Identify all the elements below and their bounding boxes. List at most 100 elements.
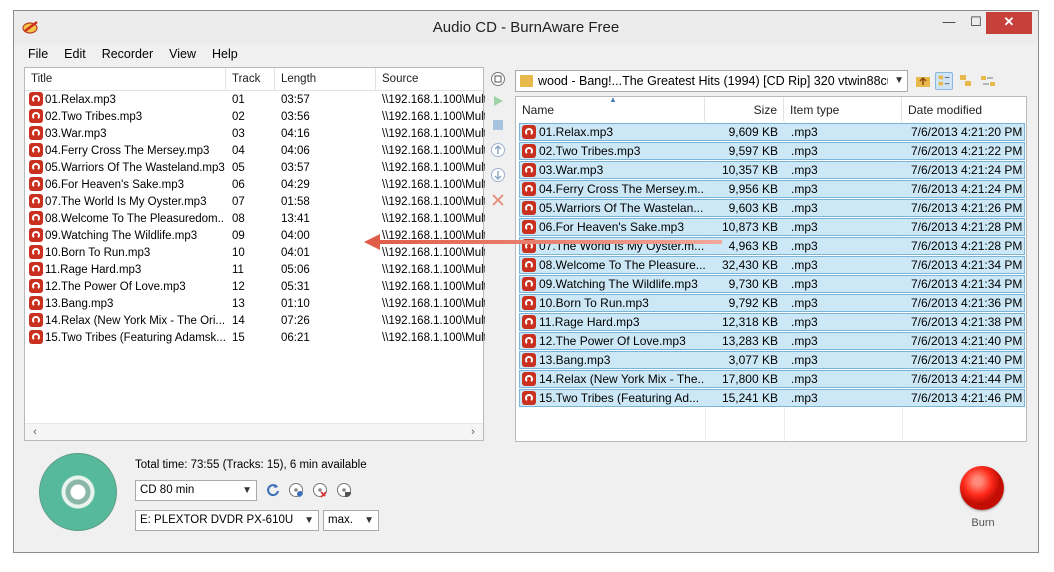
file-browser[interactable]: Name Size Item type Date modified ▲ 01.R… bbox=[515, 95, 1027, 442]
compilation-row[interactable]: 11.Rage Hard.mp3 11 05:06 \\192.168.1.100\M… bbox=[25, 262, 485, 279]
file-name: 14.Relax (New York Mix - The... bbox=[539, 372, 705, 386]
track-length: 03:57 bbox=[281, 162, 310, 174]
column-date-modified[interactable]: Date modified bbox=[902, 97, 1026, 121]
file-row[interactable]: 12.The Power Of Love.mp3 13,283 KB .mp3 7/6… bbox=[519, 332, 1025, 350]
file-type: .mp3 bbox=[791, 277, 818, 291]
file-browser-rows: 01.Relax.mp3 9,609 KB .mp3 7/6/2013 4:21:20… bbox=[519, 123, 1025, 408]
disc-info-icon[interactable] bbox=[288, 482, 304, 498]
menu-edit[interactable]: Edit bbox=[56, 44, 94, 64]
column-title[interactable]: Title bbox=[25, 68, 226, 90]
add-files-icon[interactable] bbox=[490, 71, 506, 87]
eject-disc-icon[interactable] bbox=[336, 482, 352, 498]
track-length: 05:31 bbox=[281, 281, 310, 293]
burn-button[interactable] bbox=[960, 466, 1004, 510]
compilation-row[interactable]: 03.War.mp3 03 04:16 \\192.168.1.100\Mult bbox=[25, 126, 485, 143]
track-source: \\192.168.1.100\Mult bbox=[382, 315, 485, 327]
file-date: 7/6/2013 4:21:24 PM bbox=[911, 163, 1023, 177]
file-date: 7/6/2013 4:21:34 PM bbox=[911, 277, 1023, 291]
column-size[interactable]: Size bbox=[705, 97, 784, 121]
track-number: 10 bbox=[232, 247, 245, 259]
scroll-right-icon[interactable]: › bbox=[465, 424, 481, 440]
file-type: .mp3 bbox=[791, 391, 818, 405]
file-row[interactable]: 14.Relax (New York Mix - The... 17,800 KB… bbox=[519, 370, 1025, 388]
compilation-row[interactable]: 05.Warriors Of The Wasteland.mp3 05 03:57 \… bbox=[25, 160, 485, 177]
compilation-row[interactable]: 15.Two Tribes (Featuring Adamsk... 15 06:2… bbox=[25, 330, 485, 347]
audio-file-icon bbox=[522, 277, 536, 291]
file-size: 12,318 KB bbox=[721, 315, 778, 329]
compilation-row[interactable]: 13.Bang.mp3 13 01:10 \\192.168.1.100\Mult bbox=[25, 296, 485, 313]
chevron-down-icon[interactable]: ▼ bbox=[894, 71, 904, 91]
file-row[interactable]: 05.Warriors Of The Wastelan... 9,603 KB .m… bbox=[519, 199, 1025, 217]
window-title: Audio CD - BurnAware Free bbox=[432, 19, 620, 36]
disc-type-select[interactable]: CD 80 min ▼ bbox=[135, 480, 257, 501]
up-folder-icon[interactable] bbox=[914, 72, 932, 90]
file-size: 9,609 KB bbox=[728, 125, 778, 139]
track-title: 01.Relax.mp3 bbox=[45, 94, 116, 106]
list-view-icon[interactable] bbox=[957, 72, 975, 90]
menu-help[interactable]: Help bbox=[204, 44, 246, 64]
remove-icon[interactable] bbox=[490, 192, 506, 208]
menu-view[interactable]: View bbox=[161, 44, 204, 64]
status-panel: Total time: 73:55 (Tracks: 15), 6 min av… bbox=[14, 447, 1038, 547]
move-down-icon[interactable] bbox=[490, 167, 506, 183]
column-source[interactable]: Source bbox=[376, 68, 485, 90]
audio-file-icon bbox=[29, 92, 43, 106]
horizontal-scrollbar[interactable]: ‹ › bbox=[25, 423, 483, 440]
file-row[interactable]: 08.Welcome To The Pleasure... 32,430 KB .m… bbox=[519, 256, 1025, 274]
speed-select[interactable]: max. ▼ bbox=[323, 510, 379, 531]
compilation-row[interactable]: 06.For Heaven's Sake.mp3 06 04:29 \\192.168… bbox=[25, 177, 485, 194]
compilation-row[interactable]: 14.Relax (New York Mix - The Ori... 14 07:… bbox=[25, 313, 485, 330]
drive-select[interactable]: E: PLEXTOR DVDR PX-610U ▼ bbox=[135, 510, 319, 531]
close-button[interactable]: ✕ bbox=[986, 12, 1032, 34]
audio-file-icon bbox=[522, 334, 536, 348]
track-source: \\192.168.1.100\Mult bbox=[382, 332, 485, 344]
compilation-list[interactable]: Title Track Length Source 01.Relax.mp3 01… bbox=[24, 67, 485, 441]
compilation-row[interactable]: 08.Welcome To The Pleasuredom... 08 13:41 \… bbox=[25, 211, 485, 228]
details-view-icon[interactable] bbox=[935, 72, 953, 90]
track-length: 04:00 bbox=[281, 230, 310, 242]
stop-icon[interactable] bbox=[490, 117, 506, 133]
menu-recorder[interactable]: Recorder bbox=[94, 44, 161, 64]
refresh-icon[interactable] bbox=[265, 482, 281, 498]
track-number: 01 bbox=[232, 94, 245, 106]
compilation-row[interactable]: 02.Two Tribes.mp3 02 03:56 \\192.168.1.100\… bbox=[25, 109, 485, 126]
file-name: 08.Welcome To The Pleasure... bbox=[539, 258, 705, 272]
file-date: 7/6/2013 4:21:20 PM bbox=[911, 125, 1023, 139]
move-up-icon[interactable] bbox=[490, 142, 506, 158]
folder-path-combobox[interactable]: wood - Bang!...The Greatest Hits (1994) … bbox=[515, 70, 908, 92]
menu-file[interactable]: File bbox=[14, 44, 56, 64]
compilation-row[interactable]: 07.The World Is My Oyster.mp3 07 01:58 \\19… bbox=[25, 194, 485, 211]
file-name: 04.Ferry Cross The Mersey.m... bbox=[539, 182, 705, 196]
file-row[interactable]: 15.Two Tribes (Featuring Ad... 15,241 KB.… bbox=[519, 389, 1025, 407]
track-length: 01:58 bbox=[281, 196, 310, 208]
file-row[interactable]: 04.Ferry Cross The Mersey.m... 9,956 KB .m… bbox=[519, 180, 1025, 198]
sync-view-icon[interactable] bbox=[979, 72, 997, 90]
track-source: \\192.168.1.100\Mult bbox=[382, 196, 485, 208]
burn-label[interactable]: Burn bbox=[961, 517, 1005, 529]
audio-file-icon bbox=[522, 258, 536, 272]
scroll-left-icon[interactable]: ‹ bbox=[27, 424, 43, 440]
column-item-type[interactable]: Item type bbox=[784, 97, 902, 121]
audio-file-icon bbox=[29, 177, 43, 191]
play-icon[interactable] bbox=[490, 93, 506, 109]
column-length[interactable]: Length bbox=[275, 68, 376, 90]
audio-file-icon bbox=[522, 353, 536, 367]
erase-disc-icon[interactable] bbox=[312, 482, 328, 498]
file-row[interactable]: 09.Watching The Wildlife.mp3 9,730 KB .mp3… bbox=[519, 275, 1025, 293]
track-title: 07.The World Is My Oyster.mp3 bbox=[45, 196, 207, 208]
compilation-row[interactable]: 04.Ferry Cross The Mersey.mp3 04 04:06 \\19… bbox=[25, 143, 485, 160]
file-row[interactable]: 13.Bang.mp3 3,077 KB .mp3 7/6/2013 4:21:40 … bbox=[519, 351, 1025, 369]
audio-file-icon bbox=[522, 201, 536, 215]
file-row[interactable]: 03.War.mp3 10,357 KB .mp3 7/6/2013 4:21:24 … bbox=[519, 161, 1025, 179]
file-type: .mp3 bbox=[791, 353, 818, 367]
minimize-button[interactable]: — bbox=[936, 12, 962, 34]
file-row[interactable]: 11.Rage Hard.mp3 12,318 KB .mp3 7/6/2013 4:… bbox=[519, 313, 1025, 331]
file-row[interactable]: 10.Born To Run.mp3 9,792 KB .mp3 7/6/2013 4… bbox=[519, 294, 1025, 312]
compilation-row[interactable]: 01.Relax.mp3 01 03:57 \\192.168.1.100\Mult bbox=[25, 92, 485, 109]
column-track[interactable]: Track bbox=[226, 68, 275, 90]
file-date: 7/6/2013 4:21:22 PM bbox=[911, 144, 1023, 158]
compilation-row[interactable]: 12.The Power Of Love.mp3 12 05:31 \\192.168… bbox=[25, 279, 485, 296]
file-row[interactable]: 02.Two Tribes.mp3 9,597 KB .mp3 7/6/2013 4:… bbox=[519, 142, 1025, 160]
track-source: \\192.168.1.100\Mult bbox=[382, 162, 485, 174]
file-row[interactable]: 01.Relax.mp3 9,609 KB .mp3 7/6/2013 4:21:20… bbox=[519, 123, 1025, 141]
